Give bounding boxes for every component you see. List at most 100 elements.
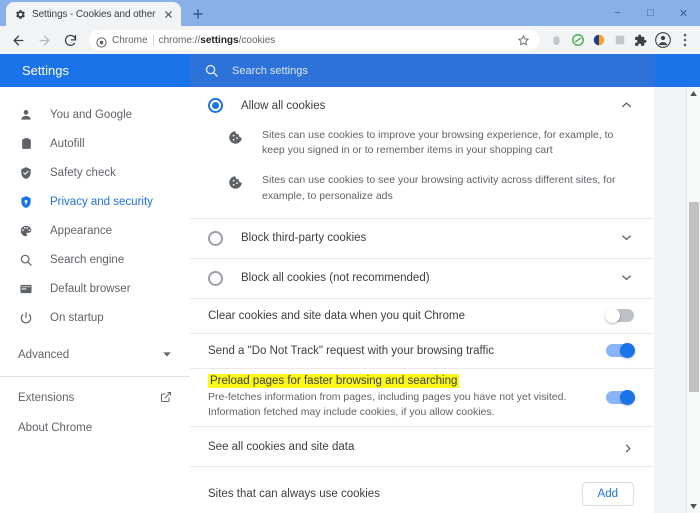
setting-label-highlighted: Preload pages for faster browsing and se…	[208, 373, 460, 388]
shield-blue-icon	[18, 194, 34, 210]
scroll-up-arrow-icon[interactable]	[687, 87, 700, 100]
url-path: /cookies	[238, 34, 276, 46]
sidebar-item-privacy-and-security[interactable]: Privacy and security	[0, 187, 190, 216]
settings-sidebar: Settings You and Google Autofill Safety …	[0, 54, 190, 513]
url-prefix: chrome://	[158, 34, 201, 46]
search-bar: Search settings	[190, 54, 700, 87]
cookie-description-2: Sites can use cookies to see your browsi…	[190, 173, 654, 217]
description-text: Sites can use cookies to see your browsi…	[262, 174, 616, 202]
settings-content: Allow all cookies Sites can use cookies …	[190, 87, 700, 513]
sidebar-item-label: On startup	[50, 311, 104, 324]
reload-icon[interactable]	[58, 28, 82, 52]
shield-check-icon	[18, 165, 34, 181]
section-label: Sites that can always use cookies	[208, 487, 380, 500]
cookie-icon	[228, 175, 243, 190]
sidebar-item-safety-check[interactable]: Safety check	[0, 158, 190, 187]
browser-window: Settings - Cookies and other site − □ ✕	[0, 0, 700, 513]
sidebar-item-advanced[interactable]: Advanced	[0, 338, 190, 372]
sidebar-item-you-and-google[interactable]: You and Google	[0, 100, 190, 129]
extension-green-icon[interactable]	[568, 31, 587, 50]
chevron-up-icon[interactable]	[620, 99, 634, 113]
search-icon	[204, 63, 219, 78]
omnibox-url: chrome://settings/cookies	[159, 35, 508, 46]
sidebar-item-label: Default browser	[50, 282, 131, 295]
link-see-all-cookies[interactable]: See all cookies and site data	[190, 427, 654, 466]
setting-clear-cookies-on-quit[interactable]: Clear cookies and site data when you qui…	[190, 299, 654, 333]
maximize-button[interactable]: □	[634, 0, 667, 26]
sidebar-item-default-browser[interactable]: Default browser	[0, 274, 190, 303]
toggle-knob	[620, 343, 635, 359]
browser-toolbar: Chrome chrome://settings/cookies	[0, 26, 700, 54]
magnifier-icon	[18, 252, 34, 268]
sidebar-item-extensions[interactable]: Extensions	[0, 383, 190, 413]
chevron-down-icon	[162, 349, 172, 362]
star-icon[interactable]	[513, 30, 533, 50]
url-host: settings	[200, 34, 239, 46]
link-label: See all cookies and site data	[208, 440, 355, 453]
scroll-down-arrow-icon[interactable]	[687, 500, 700, 513]
clipboard-icon	[18, 136, 34, 152]
option-label: Allow all cookies	[241, 99, 326, 112]
address-bar[interactable]: Chrome chrome://settings/cookies	[89, 30, 540, 50]
radio-block-all-cookies[interactable]	[208, 270, 223, 286]
omnibox-chip-label: Chrome	[112, 34, 148, 46]
cookie-option-block-all[interactable]: Block all cookies (not recommended)	[190, 259, 654, 298]
add-site-button[interactable]: Add	[581, 481, 634, 506]
sidebar-item-label: About Chrome	[18, 422, 93, 434]
sidebar-item-label: Extensions	[18, 392, 75, 404]
browser-tab[interactable]: Settings - Cookies and other site	[6, 2, 181, 26]
setting-label: Clear cookies and site data when you qui…	[208, 309, 465, 322]
page-title: Settings	[0, 54, 190, 87]
sidebar-item-label: Privacy and security	[50, 195, 153, 208]
option-label: Block all cookies (not recommended)	[241, 272, 430, 285]
scrollbar-thumb[interactable]	[689, 202, 699, 392]
palette-icon	[18, 223, 34, 239]
radio-block-third-party-cookies[interactable]	[208, 230, 223, 246]
sidebar-item-search-engine[interactable]: Search engine	[0, 245, 190, 274]
toggle-do-not-track[interactable]	[606, 343, 635, 359]
extension-square-icon[interactable]	[610, 31, 629, 50]
setting-preload-pages[interactable]: Preload pages for faster browsing and se…	[190, 369, 654, 426]
option-label: Block third-party cookies	[241, 232, 367, 245]
sidebar-item-on-startup[interactable]: On startup	[0, 303, 190, 332]
sidebar-item-autofill[interactable]: Autofill	[0, 129, 190, 158]
extension-orange-icon[interactable]	[589, 31, 608, 50]
cookie-option-block-third-party[interactable]: Block third-party cookies	[190, 219, 654, 258]
toggle-preload-pages[interactable]	[606, 390, 635, 406]
three-dot-menu-icon[interactable]	[676, 29, 694, 51]
gear-icon	[15, 9, 26, 20]
avatar[interactable]	[652, 29, 674, 51]
browser-window-icon	[18, 281, 34, 297]
chevron-down-icon[interactable]	[620, 271, 634, 285]
minimize-button[interactable]: −	[601, 0, 634, 26]
toggle-clear-cookies-on-quit[interactable]	[605, 308, 634, 324]
chevron-right-icon	[622, 441, 634, 453]
advanced-label: Advanced	[18, 349, 70, 361]
scrollbar[interactable]	[686, 87, 700, 513]
sidebar-item-label: Autofill	[50, 137, 85, 150]
new-tab-button[interactable]	[187, 3, 209, 25]
chrome-logo-icon	[96, 35, 107, 48]
window-controls: − □ ✕	[601, 0, 700, 26]
sidebar-item-label: You and Google	[50, 108, 133, 121]
setting-do-not-track[interactable]: Send a "Do Not Track" request with your …	[190, 334, 654, 368]
search-input[interactable]: Search settings	[190, 54, 655, 87]
section-sites-always-use-cookies: Sites that can always use cookies Add	[190, 467, 654, 512]
back-arrow-icon[interactable]	[6, 28, 30, 52]
setting-sublabel: Pre-fetches information from pages, incl…	[208, 390, 567, 419]
sidebar-divider	[0, 376, 190, 377]
description-text: Sites can use cookies to improve your br…	[262, 129, 614, 157]
toggle-knob	[620, 390, 635, 406]
close-icon[interactable]	[162, 8, 175, 21]
close-window-button[interactable]: ✕	[667, 0, 700, 26]
external-link-icon	[160, 391, 172, 406]
sidebar-item-appearance[interactable]: Appearance	[0, 216, 190, 245]
extensions-puzzle-icon[interactable]	[631, 31, 650, 50]
sidebar-item-label: Safety check	[50, 166, 116, 179]
cookie-option-allow-all[interactable]: Allow all cookies	[190, 87, 654, 120]
extension-grey-icon[interactable]	[547, 31, 566, 50]
radio-allow-all-cookies[interactable]	[208, 98, 223, 113]
forward-arrow-icon[interactable]	[32, 28, 56, 52]
sidebar-item-about-chrome[interactable]: About Chrome	[0, 413, 190, 443]
chevron-down-icon[interactable]	[620, 231, 634, 245]
